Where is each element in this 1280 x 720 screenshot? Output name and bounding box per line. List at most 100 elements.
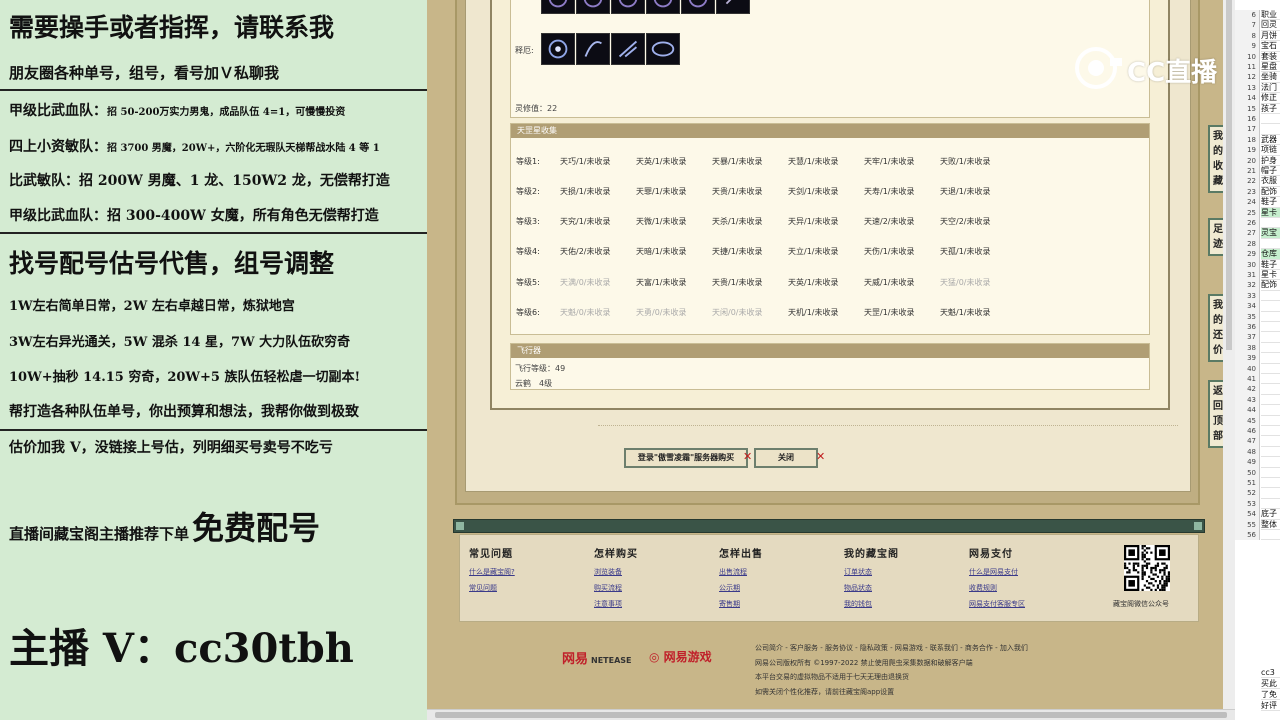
spreadsheet-cell[interactable]: [1261, 405, 1280, 416]
divider: [0, 429, 427, 431]
spreadsheet-cell[interactable]: [1261, 353, 1280, 364]
vertical-scrollbar[interactable]: [1223, 0, 1235, 709]
spreadsheet-cell[interactable]: cc3: [1261, 668, 1280, 679]
spreadsheet-cell[interactable]: [1261, 343, 1280, 354]
spreadsheet-cell[interactable]: 法门: [1261, 83, 1280, 94]
login-to-buy-button[interactable]: 登录"傲雪凌霜"服务器购买: [624, 448, 748, 468]
spirit-gem-icon[interactable]: [611, 0, 645, 14]
spreadsheet-cell[interactable]: [1261, 499, 1280, 510]
footer-link[interactable]: 网易支付客服专区: [969, 599, 1025, 609]
spirit-gem-icon[interactable]: [646, 0, 680, 14]
spreadsheet-cell[interactable]: 项链: [1261, 145, 1280, 156]
spreadsheet-cell[interactable]: [1261, 457, 1280, 468]
spreadsheet-cell[interactable]: 衣服: [1261, 176, 1280, 187]
spreadsheet-cell[interactable]: [1261, 530, 1280, 541]
spreadsheet-cell[interactable]: 星卡: [1261, 207, 1280, 218]
legal-line: 网易公司版权所有 ©1997-2022 禁止使用爬虫采集数据和破解客户端: [755, 658, 973, 667]
spreadsheet-cell[interactable]: 好评: [1261, 701, 1280, 712]
spreadsheet-cell[interactable]: [1261, 374, 1280, 385]
spreadsheet-cell[interactable]: 职业: [1261, 10, 1280, 21]
spreadsheet-cell[interactable]: 鞋子: [1261, 197, 1280, 208]
scroll-thumb[interactable]: [435, 712, 1227, 718]
spreadsheet-cell[interactable]: 帽子: [1261, 166, 1280, 177]
spreadsheet-cell[interactable]: 套装: [1261, 52, 1280, 62]
row-number: 6: [1235, 10, 1260, 21]
spirit-gem-icon[interactable]: [681, 0, 715, 14]
spreadsheet-cell[interactable]: 武器: [1261, 135, 1280, 146]
spirit-gem-icon[interactable]: [576, 0, 610, 14]
row-number: 43: [1235, 394, 1260, 406]
footer-link[interactable]: 什么是网易支付: [969, 567, 1025, 577]
spirit-gem-icon[interactable]: [646, 33, 680, 65]
footer-link[interactable]: 注意事项: [594, 599, 638, 609]
spreadsheet-cell[interactable]: [1261, 291, 1280, 302]
spirit-gem-icon[interactable]: [541, 0, 575, 14]
footer-link[interactable]: 什么是藏宝阁?: [469, 567, 515, 577]
row-number: 41: [1235, 374, 1260, 385]
spreadsheet-cell[interactable]: 配饰: [1261, 187, 1280, 198]
spirit-gem-icon[interactable]: [541, 33, 575, 65]
spirit-gem-icon[interactable]: [576, 33, 610, 65]
spirit-gem-icon[interactable]: [611, 33, 645, 65]
constellation-cell: 天猛/0/未收录: [940, 278, 991, 287]
spreadsheet-cell[interactable]: [1261, 114, 1280, 125]
spreadsheet-cell[interactable]: 灵宝: [1261, 228, 1280, 239]
spreadsheet-cell[interactable]: 了免: [1261, 690, 1280, 701]
footer-link[interactable]: 公示期: [719, 583, 763, 593]
legal-line[interactable]: 公司简介 - 客户服务 - 服务协议 - 隐私政策 - 网易游戏 - 联系我们 …: [755, 641, 1028, 656]
spreadsheet-cell[interactable]: 星盘: [1261, 62, 1280, 73]
spreadsheet-cell[interactable]: 星卡: [1261, 270, 1280, 281]
spreadsheet-cell[interactable]: 孩子: [1261, 104, 1280, 114]
spreadsheet-cell[interactable]: [1261, 416, 1280, 426]
spreadsheet-cell[interactable]: 底子: [1261, 509, 1280, 520]
spirit-gem-icon[interactable]: [716, 0, 750, 14]
spreadsheet-cell[interactable]: [1261, 124, 1280, 135]
spreadsheet-cell[interactable]: 仓库: [1261, 249, 1280, 260]
horizontal-scrollbar[interactable]: [427, 709, 1235, 720]
spreadsheet-cell[interactable]: 配饰: [1261, 280, 1280, 291]
spreadsheet-cell[interactable]: [1261, 332, 1280, 343]
spreadsheet-cell[interactable]: 买此: [1261, 679, 1280, 690]
spreadsheet-cell[interactable]: [1261, 436, 1280, 447]
constellation-cell: 天富/1/未收录: [636, 278, 687, 287]
spreadsheet-cell[interactable]: [1261, 322, 1280, 333]
footer-link[interactable]: 寄售期: [719, 599, 763, 609]
close-button[interactable]: 关闭: [754, 448, 818, 468]
footer-link[interactable]: 收费规则: [969, 583, 1025, 593]
footer-link[interactable]: 物品状态: [844, 583, 899, 593]
spreadsheet-cell[interactable]: [1261, 468, 1280, 478]
spreadsheet-cell[interactable]: [1261, 384, 1280, 395]
spreadsheet-cell[interactable]: [1261, 426, 1280, 437]
constellation-cell: 天佑/2/未收录: [560, 247, 611, 256]
spreadsheet-cell[interactable]: [1261, 478, 1280, 489]
footer-link[interactable]: 购买流程: [594, 583, 638, 593]
spreadsheet-cell[interactable]: [1261, 239, 1280, 250]
footer-link[interactable]: 常见问题: [469, 583, 515, 593]
footer-link[interactable]: 订单状态: [844, 567, 899, 577]
spreadsheet-cell[interactable]: 回灵: [1261, 20, 1280, 31]
spreadsheet-cell[interactable]: [1261, 364, 1280, 374]
legal-text: 公司简介 - 客户服务 - 服务协议 - 隐私政策 - 网易游戏 - 联系我们 …: [755, 641, 1028, 699]
row-number: 35: [1235, 311, 1260, 322]
spreadsheet-cell[interactable]: [1261, 447, 1280, 458]
spreadsheet-cell[interactable]: [1261, 488, 1280, 499]
spreadsheet-cell[interactable]: 鞋子: [1261, 260, 1280, 270]
footer-link[interactable]: 我的钱包: [844, 599, 899, 609]
spreadsheet-cell[interactable]: [1261, 395, 1280, 406]
row-number: 13: [1235, 82, 1260, 94]
spreadsheet-cell[interactable]: 修正: [1261, 93, 1280, 104]
spreadsheet-cell[interactable]: 宝石: [1261, 41, 1280, 52]
qr-caption: 藏宝阁微信公众号: [1113, 600, 1169, 608]
footer-link[interactable]: 浏览装备: [594, 567, 638, 577]
spreadsheet-cell[interactable]: [1261, 301, 1280, 312]
spreadsheet-cell[interactable]: 月饼: [1261, 31, 1280, 42]
footer-link[interactable]: 出售流程: [719, 567, 763, 577]
spreadsheet-cell[interactable]: [1261, 312, 1280, 322]
promo-line: 直播间藏宝阁主播推荐下单免费配号: [9, 509, 321, 547]
row-number: 29: [1235, 249, 1260, 260]
spreadsheet-cell[interactable]: [1261, 218, 1280, 229]
divider: [0, 232, 427, 234]
spreadsheet-cell[interactable]: 整体: [1261, 520, 1280, 530]
spreadsheet-cell[interactable]: 坐骑: [1261, 72, 1280, 83]
spreadsheet-cell[interactable]: 护身: [1261, 156, 1280, 166]
